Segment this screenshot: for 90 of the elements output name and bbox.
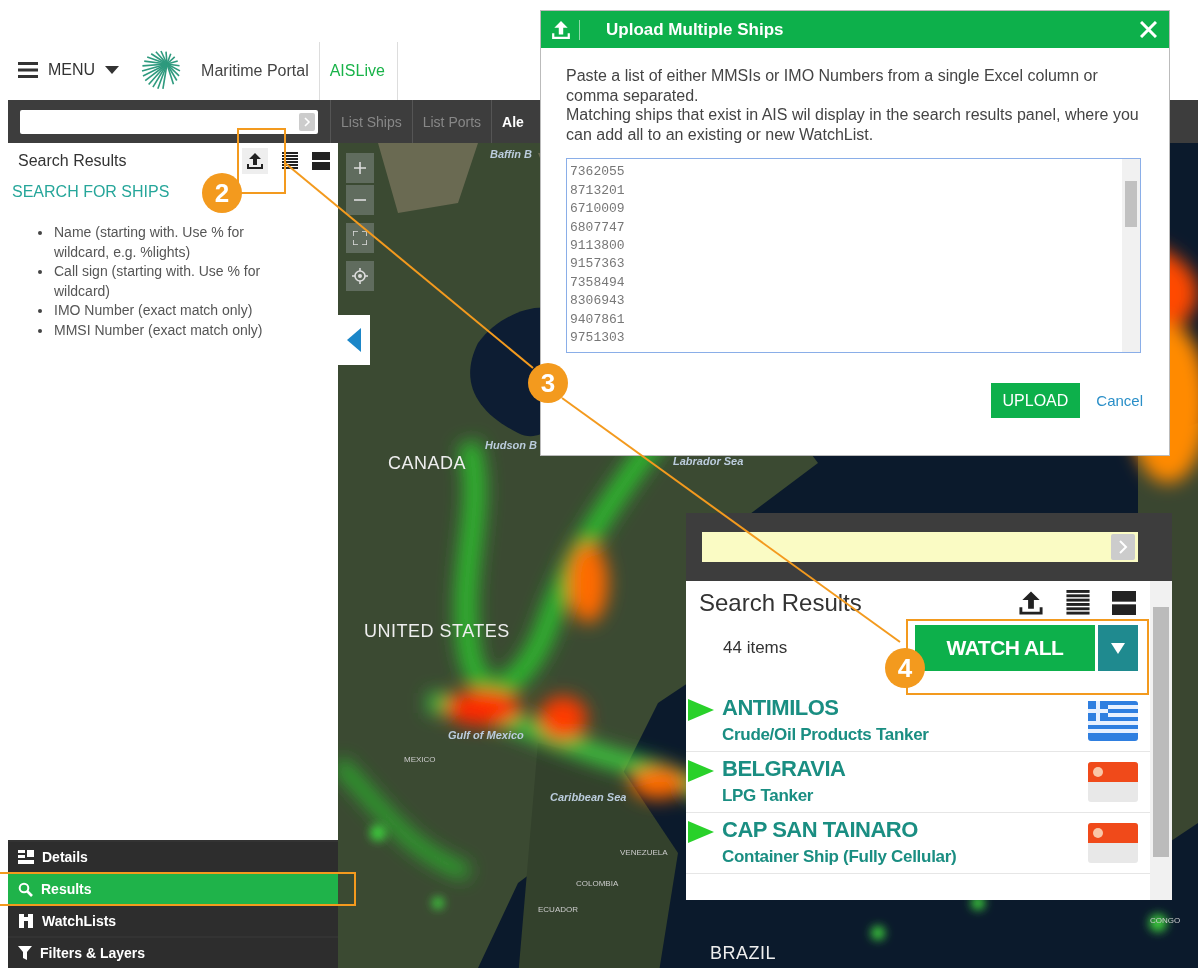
map-label: UNITED STATES	[364, 621, 510, 642]
hint-item: IMO Number (exact match only)	[54, 301, 254, 320]
bullet-icon	[38, 231, 42, 235]
hint-item: Call sign (starting with. Use % for wildcard)	[54, 262, 262, 301]
crosshair-icon	[352, 268, 368, 284]
cancel-link[interactable]: Cancel	[1096, 392, 1143, 410]
map-label: Caribbean Sea	[550, 791, 627, 803]
scrollbar[interactable]	[1122, 159, 1140, 353]
bullet-icon	[38, 309, 42, 313]
ship-name: BELGRAVIA	[722, 756, 847, 782]
flag-icon	[1088, 701, 1138, 741]
upload-icon[interactable]	[1018, 589, 1044, 617]
map-label: ECUADOR	[538, 905, 578, 914]
go-icon	[299, 112, 315, 131]
map-label: CONGO	[1150, 916, 1181, 925]
caret-icon	[1111, 642, 1125, 654]
play-triangle-icon	[688, 821, 714, 843]
collapse-panel-button[interactable]	[338, 315, 370, 365]
close-button[interactable]	[1138, 19, 1159, 40]
ship-type: Container Ship (Fully Cellular)	[722, 847, 958, 867]
binoculars-icon	[18, 914, 34, 928]
zoom-out-button[interactable]	[346, 185, 374, 215]
map-label: Labrador Sea	[673, 455, 744, 467]
play-triangle-icon	[688, 699, 714, 721]
upload-button[interactable]: UPLOAD	[990, 383, 1081, 419]
map-label: Gulf of Mexico	[448, 729, 524, 741]
numbers-input[interactable]: 7362055 8713201 6710009 6807747 9113800 9157363 7358494 8306943 9407861 9751303	[566, 158, 1141, 354]
search-field[interactable]	[20, 109, 318, 134]
upload-icon[interactable]	[242, 148, 268, 174]
ship-type: LPG Tanker	[722, 786, 815, 806]
minus-icon	[354, 199, 366, 201]
menu-button[interactable]: MENU	[18, 52, 120, 88]
card-view-icon[interactable]	[312, 152, 330, 170]
map-label: MEXICO	[404, 755, 436, 764]
search-icon	[18, 881, 33, 897]
logo-icon	[141, 50, 182, 90]
instruction-text: Paste a list of either MMSIs or IMO Numbers from a single Excel column or comma separated.	[566, 66, 1099, 106]
fullscreen-button[interactable]	[346, 223, 374, 253]
ship-row[interactable]: ANTIMILOS Crude/Oil Products Tanker	[686, 691, 1150, 752]
nav-item[interactable]: Filters & Layers	[8, 938, 338, 968]
nav-item[interactable]: Results	[8, 874, 338, 904]
heat-spot	[432, 897, 444, 909]
bullet-icon	[38, 270, 42, 274]
dropdown-button[interactable]	[1098, 625, 1138, 671]
left-triangle-icon	[347, 328, 361, 352]
heat-spot	[539, 696, 587, 740]
hint-item: Name (starting with. Use % for wildcard, e.g. %lights)	[54, 223, 245, 262]
expand-icon	[353, 231, 367, 245]
map-label: COLOMBIA	[576, 879, 619, 888]
heat-spot	[630, 767, 686, 799]
flag-icon	[1088, 823, 1138, 863]
map-label: BRAZIL	[710, 943, 777, 964]
play-triangle-icon	[688, 760, 714, 782]
card-view-icon[interactable]	[1112, 590, 1136, 616]
scrollbar[interactable]	[1150, 581, 1172, 900]
upload-icon	[551, 19, 580, 40]
item-count: 44 items	[723, 638, 789, 658]
map-label: VENEZUELA	[620, 848, 668, 857]
heat-spot	[370, 825, 386, 841]
ship-row[interactable]: BELGRAVIA LPG Tanker	[686, 752, 1150, 813]
map-label: Baffin B	[490, 148, 532, 160]
map-label: Hudson B	[485, 439, 537, 451]
details-icon	[18, 850, 34, 864]
dialog-title: Upload Multiple Ships	[606, 19, 785, 40]
flag-icon	[1088, 762, 1138, 802]
menu-icon	[18, 62, 38, 78]
filter-icon	[18, 946, 32, 960]
nav-item[interactable]: Details	[8, 842, 338, 872]
locate-button[interactable]	[346, 261, 374, 291]
ship-name: ANTIMILOS	[722, 695, 840, 721]
ship-row[interactable]: CAP SAN TAINARO Container Ship (Fully Cellular)	[686, 813, 1150, 874]
nav-item[interactable]: WatchLists	[8, 906, 338, 936]
bullet-icon	[38, 328, 42, 333]
go-icon	[1111, 534, 1135, 560]
caret-icon	[105, 66, 120, 74]
list-view-icon[interactable]	[1066, 590, 1090, 616]
zoom-in-button[interactable]	[346, 153, 374, 183]
search-field[interactable]	[702, 532, 1138, 562]
search-ships-link[interactable]: SEARCH FOR SHIPS	[12, 183, 170, 201]
heat-spot	[871, 926, 885, 940]
close-icon	[1140, 21, 1157, 38]
ship-type: Crude/Oil Products Tanker	[722, 725, 930, 745]
plus-icon	[354, 162, 366, 174]
watch-all-button[interactable]: WATCH ALL	[915, 625, 1095, 671]
list-view-icon[interactable]	[282, 152, 298, 170]
panel-title: Search Results	[18, 152, 128, 170]
map-label: CANADA	[388, 453, 466, 474]
instruction-text: Matching ships that exist in AIS wil display in the search results panel, where you can add all to an existing or new WatchList.	[566, 105, 1140, 145]
ship-name: CAP SAN TAINARO	[722, 817, 919, 843]
hint-item: MMSI Number (exact match only)	[54, 320, 264, 340]
